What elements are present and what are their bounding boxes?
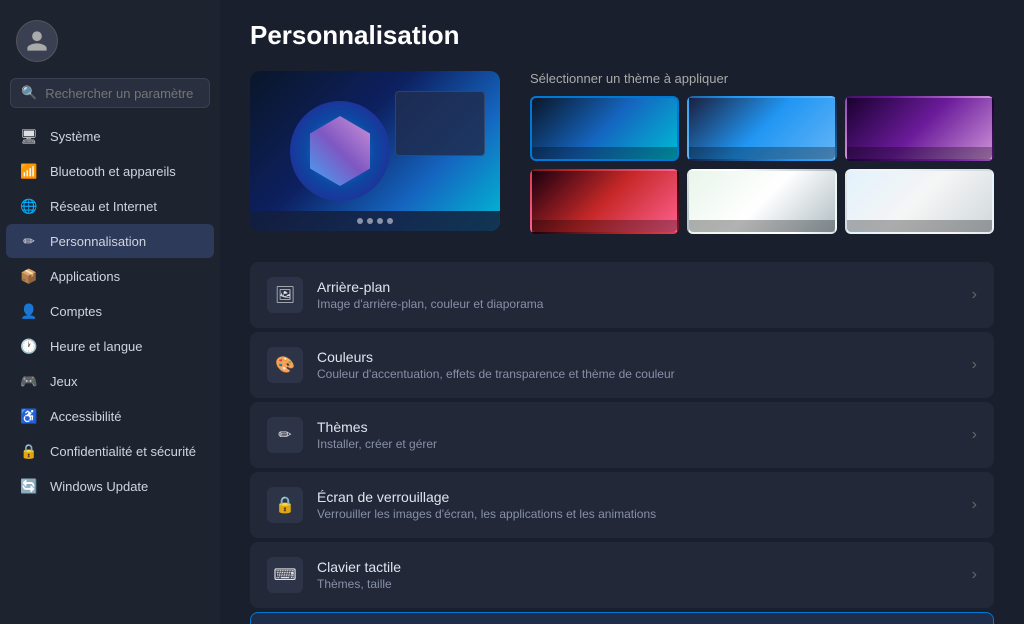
taskbar-preview — [250, 211, 500, 231]
theme-picker-title: Sélectionner un thème à appliquer — [530, 71, 994, 86]
clavier-tactile-icon: ⌨ — [267, 557, 303, 593]
search-icon: 🔍 — [21, 85, 37, 101]
themes-title: Thèmes — [317, 419, 962, 435]
sidebar-item-comptes[interactable]: 👤 Comptes — [6, 294, 214, 328]
theme-option-6[interactable] — [845, 169, 994, 234]
avatar[interactable] — [16, 20, 58, 62]
sidebar-item-personnalisation[interactable]: ✏ Personnalisation — [6, 224, 214, 258]
sidebar-item-label: Réseau et Internet — [50, 199, 157, 214]
page-title: Personnalisation — [250, 20, 994, 51]
arriere-plan-text: Arrière-plan Image d'arrière-plan, couleu… — [317, 279, 962, 311]
comptes-icon: 👤 — [20, 302, 38, 320]
taskbar-dot — [377, 218, 383, 224]
search-box[interactable]: 🔍 — [10, 78, 210, 108]
theme-option-3[interactable] — [845, 96, 994, 161]
chevron-right-icon: › — [972, 356, 977, 374]
sidebar-item-jeux[interactable]: 🎮 Jeux — [6, 364, 214, 398]
taskbar-dot — [357, 218, 363, 224]
theme-section: Sélectionner un thème à appliquer — [250, 71, 994, 234]
search-input[interactable] — [45, 86, 199, 101]
sidebar-item-label: Système — [50, 129, 101, 144]
sidebar-item-accessibilite[interactable]: ♿ Accessibilité — [6, 399, 214, 433]
jeux-icon: 🎮 — [20, 372, 38, 390]
settings-item-arriere-plan[interactable]: 🖼 Arrière-plan Image d'arrière-plan, coule… — [250, 262, 994, 328]
themes-desc: Installer, créer et gérer — [317, 437, 962, 451]
systeme-icon: 🖥 — [20, 127, 38, 145]
sidebar-item-label: Jeux — [50, 374, 77, 389]
chevron-right-icon: › — [972, 286, 977, 304]
chevron-right-icon: › — [972, 496, 977, 514]
theme-preview — [250, 71, 500, 231]
sidebar: 🔍 🖥 Système 📶 Bluetooth et appareils 🌐 Réseau… — [0, 0, 220, 624]
theme-option-2[interactable] — [687, 96, 836, 161]
settings-item-demarrer[interactable]: ⊞DémarrerApplications et éléments récent… — [250, 612, 994, 624]
taskbar-dot — [367, 218, 373, 224]
couleurs-icon: 🎨 — [267, 347, 303, 383]
settings-item-themes[interactable]: ✏ Thèmes Installer, créer et gérer › — [250, 402, 994, 468]
theme-grid — [530, 96, 994, 234]
arriere-plan-title: Arrière-plan — [317, 279, 962, 295]
accessibilite-icon: ♿ — [20, 407, 38, 425]
arriere-plan-desc: Image d'arrière-plan, couleur et diapora… — [317, 297, 962, 311]
sidebar-item-label: Confidentialité et sécurité — [50, 444, 196, 459]
chevron-right-icon: › — [972, 426, 977, 444]
sidebar-item-systeme[interactable]: 🖥 Système — [6, 119, 214, 153]
settings-item-couleurs[interactable]: 🎨 Couleurs Couleur d'accentuation, effets … — [250, 332, 994, 398]
sidebar-item-reseau[interactable]: 🌐 Réseau et Internet — [6, 189, 214, 223]
main-content: Personnalisation Sélectionner un thème à… — [220, 0, 1024, 624]
settings-list: 🖼 Arrière-plan Image d'arrière-plan, coule… — [250, 262, 994, 624]
sidebar-item-label: Personnalisation — [50, 234, 146, 249]
sidebar-item-label: Comptes — [50, 304, 102, 319]
theme-option-1[interactable] — [530, 96, 679, 161]
couleurs-text: Couleurs Couleur d'accentuation, effets d… — [317, 349, 962, 381]
applications-icon: 📦 — [20, 267, 38, 285]
bluetooth-icon: 📶 — [20, 162, 38, 180]
personnalisation-icon: ✏ — [20, 232, 38, 250]
themes-text: Thèmes Installer, créer et gérer — [317, 419, 962, 451]
theme-picker: Sélectionner un thème à appliquer — [530, 71, 994, 234]
taskbar-dot — [387, 218, 393, 224]
couleurs-desc: Couleur d'accentuation, effets de transp… — [317, 367, 962, 381]
sidebar-item-label: Accessibilité — [50, 409, 122, 424]
arriere-plan-icon: 🖼 — [267, 277, 303, 313]
sidebar-item-label: Windows Update — [50, 479, 148, 494]
ecran-verrouillage-icon: 🔒 — [267, 487, 303, 523]
reseau-icon: 🌐 — [20, 197, 38, 215]
sidebar-item-label: Heure et langue — [50, 339, 143, 354]
windows-logo — [290, 101, 390, 201]
confidentialite-icon: 🔒 — [20, 442, 38, 460]
sidebar-item-confidentialite[interactable]: 🔒 Confidentialité et sécurité — [6, 434, 214, 468]
ecran-verrouillage-title: Écran de verrouillage — [317, 489, 962, 505]
sidebar-item-label: Bluetooth et appareils — [50, 164, 176, 179]
couleurs-title: Couleurs — [317, 349, 962, 365]
settings-item-ecran-verrouillage[interactable]: 🔒 Écran de verrouillage Verrouiller les im… — [250, 472, 994, 538]
chevron-right-icon: › — [972, 566, 977, 584]
sidebar-item-applications[interactable]: 📦 Applications — [6, 259, 214, 293]
sidebar-item-windows_update[interactable]: 🔄 Windows Update — [6, 469, 214, 503]
ecran-verrouillage-desc: Verrouiller les images d'écran, les appl… — [317, 507, 962, 521]
clavier-tactile-desc: Thèmes, taille — [317, 577, 962, 591]
themes-icon: ✏ — [267, 417, 303, 453]
settings-item-clavier-tactile[interactable]: ⌨ Clavier tactile Thèmes, taille › — [250, 542, 994, 608]
window-mock — [395, 91, 485, 156]
clavier-tactile-text: Clavier tactile Thèmes, taille — [317, 559, 962, 591]
sidebar-item-bluetooth[interactable]: 📶 Bluetooth et appareils — [6, 154, 214, 188]
avatar-area — [0, 10, 220, 78]
nav-items: 🖥 Système 📶 Bluetooth et appareils 🌐 Réseau e… — [0, 118, 220, 504]
clavier-tactile-title: Clavier tactile — [317, 559, 962, 575]
windows_update-icon: 🔄 — [20, 477, 38, 495]
sidebar-item-heure[interactable]: 🕐 Heure et langue — [6, 329, 214, 363]
ecran-verrouillage-text: Écran de verrouillage Verrouiller les ima… — [317, 489, 962, 521]
heure-icon: 🕐 — [20, 337, 38, 355]
theme-option-4[interactable] — [530, 169, 679, 234]
sidebar-item-label: Applications — [50, 269, 120, 284]
theme-option-5[interactable] — [687, 169, 836, 234]
user-icon — [25, 29, 49, 53]
